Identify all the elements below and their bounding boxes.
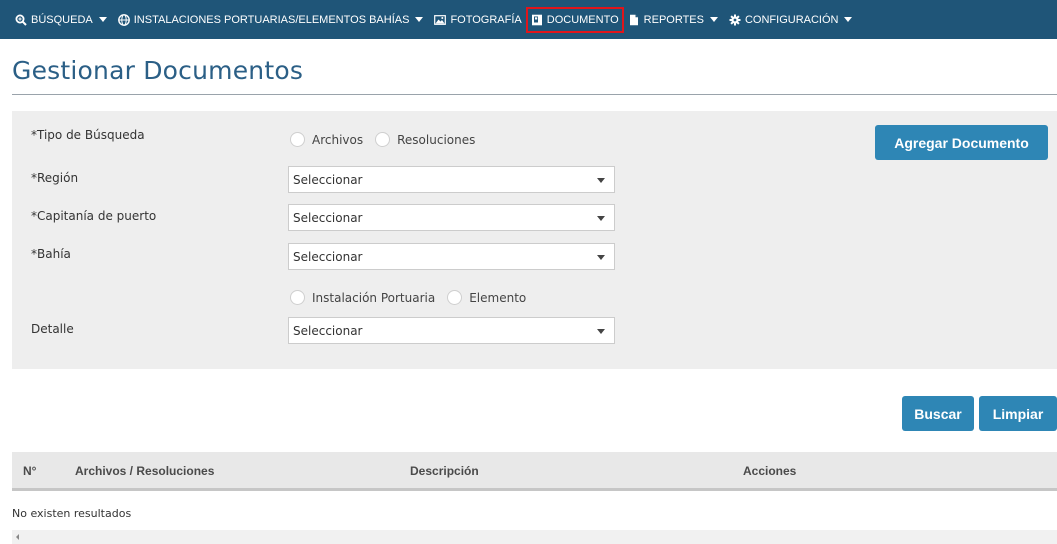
chevron-down-icon bbox=[597, 216, 605, 221]
nav-item-configuracion[interactable]: CONFIGURACIÓN bbox=[725, 7, 860, 33]
capitania-select-value: Seleccionar bbox=[293, 211, 363, 225]
capitania-select[interactable]: Seleccionar bbox=[288, 204, 615, 231]
chevron-left-icon[interactable] bbox=[16, 534, 19, 540]
region-select-value: Seleccionar bbox=[293, 173, 363, 187]
nav-label-busqueda: BÚSQUEDA bbox=[31, 13, 93, 26]
region-label: *Región bbox=[31, 171, 79, 185]
nav-item-busqueda[interactable]: BÚSQUEDA bbox=[11, 7, 114, 33]
filter-panel: *Tipo de Búsqueda Archivos Resoluciones … bbox=[12, 111, 1057, 369]
nav-label-instalaciones: INSTALACIONES PORTUARIAS/ELEMENTOS BAHÍA… bbox=[133, 13, 410, 26]
tipo-busqueda-label: *Tipo de Búsqueda bbox=[31, 128, 145, 142]
search-icon bbox=[15, 14, 27, 26]
chevron-down-icon bbox=[844, 17, 853, 22]
title-divider bbox=[12, 94, 1057, 95]
detalle-select[interactable]: Seleccionar bbox=[288, 317, 615, 344]
nav-item-reportes[interactable]: REPORTES bbox=[624, 7, 725, 33]
radio-instalacion-portuaria-label: Instalación Portuaria bbox=[312, 290, 436, 305]
column-header-acciones: Acciones bbox=[743, 464, 797, 478]
radio-elemento-label: Elemento bbox=[469, 290, 527, 305]
column-header-descripcion: Descripción bbox=[410, 464, 479, 478]
bahia-select[interactable]: Seleccionar bbox=[288, 243, 615, 270]
nav-label-documento: DOCUMENTO bbox=[546, 13, 619, 26]
file-icon bbox=[628, 14, 640, 26]
clear-button[interactable]: Limpiar bbox=[979, 396, 1057, 431]
chevron-down-icon bbox=[597, 178, 605, 183]
chevron-down-icon bbox=[415, 17, 424, 22]
chevron-down-icon bbox=[98, 17, 107, 22]
empty-results-message: No existen resultados bbox=[12, 507, 132, 520]
region-select[interactable]: Seleccionar bbox=[288, 166, 615, 193]
detalle-label: Detalle bbox=[31, 322, 74, 336]
horizontal-scrollbar[interactable] bbox=[12, 530, 1057, 544]
gear-icon bbox=[729, 14, 741, 26]
nav-label-reportes: REPORTES bbox=[643, 13, 704, 26]
chevron-down-icon bbox=[597, 255, 605, 260]
top-navigation-bar: BÚSQUEDA INSTALACIONES PORTUARIAS/ELEMEN… bbox=[0, 0, 1057, 39]
tipo-elemento-radio-group: Instalación Portuaria Elemento bbox=[290, 290, 538, 305]
radio-archivos-label: Archivos bbox=[312, 132, 364, 147]
capitania-label: *Capitanía de puerto bbox=[31, 209, 157, 223]
radio-resoluciones-label: Resoluciones bbox=[397, 132, 476, 147]
radio-elemento[interactable] bbox=[447, 290, 463, 305]
detalle-select-value: Seleccionar bbox=[293, 324, 363, 338]
image-icon bbox=[434, 14, 447, 26]
nav-item-fotografia[interactable]: FOTOGRAFÍA bbox=[430, 7, 525, 33]
column-header-number: N° bbox=[23, 464, 37, 478]
radio-instalacion-portuaria[interactable] bbox=[290, 290, 305, 305]
radio-archivos[interactable] bbox=[290, 132, 305, 147]
search-button[interactable]: Buscar bbox=[902, 396, 974, 431]
nav-label-fotografia: FOTOGRAFÍA bbox=[450, 13, 522, 26]
page-title: Gestionar Documentos bbox=[12, 56, 304, 85]
nav-label-configuracion: CONFIGURACIÓN bbox=[744, 13, 839, 26]
bahia-label: *Bahía bbox=[31, 247, 71, 261]
results-table-header: N° Archivos / Resoluciones Descripción A… bbox=[12, 452, 1057, 491]
add-document-button[interactable]: Agregar Documento bbox=[875, 125, 1048, 160]
nav-item-documento[interactable]: DOCUMENTO bbox=[525, 6, 624, 33]
bahia-select-value: Seleccionar bbox=[293, 250, 363, 264]
radio-resoluciones[interactable] bbox=[375, 132, 391, 147]
nav-item-instalaciones[interactable]: INSTALACIONES PORTUARIAS/ELEMENTOS BAHÍA… bbox=[114, 7, 431, 33]
column-header-archivos: Archivos / Resoluciones bbox=[75, 464, 215, 478]
globe-icon bbox=[117, 13, 130, 26]
tipo-busqueda-radio-group: Archivos Resoluciones bbox=[290, 132, 487, 147]
chevron-down-icon bbox=[597, 329, 605, 334]
document-icon bbox=[531, 14, 543, 26]
chevron-down-icon bbox=[709, 17, 718, 22]
